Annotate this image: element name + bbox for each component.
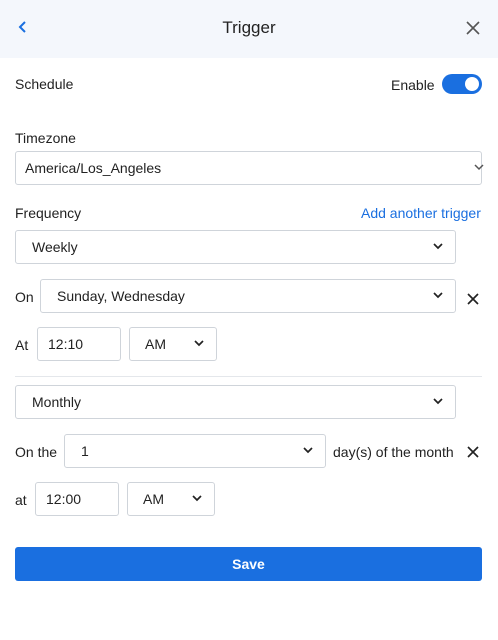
at-label: at (15, 492, 27, 508)
time-input[interactable]: 12:00 (35, 482, 119, 516)
chevron-down-icon (474, 164, 484, 171)
day-of-month-select[interactable]: 1 (64, 434, 326, 468)
chevron-down-icon (303, 447, 313, 454)
save-button[interactable]: Save (15, 547, 482, 581)
enable-toggle[interactable] (442, 74, 482, 94)
remove-trigger-icon[interactable] (467, 293, 479, 305)
day-of-month-label: day(s) of the month (333, 444, 454, 460)
add-another-trigger-link[interactable]: Add another trigger (361, 205, 481, 221)
timezone-select[interactable]: America/Los_Angeles (15, 151, 484, 185)
chevron-down-icon (433, 292, 443, 299)
on-the-label: On the (15, 444, 58, 460)
timezone-label: Timezone (15, 130, 76, 146)
close-icon[interactable] (466, 21, 480, 35)
timezone-value: America/Los_Angeles (25, 160, 162, 176)
frequency-value: Monthly (32, 394, 82, 410)
chevron-down-icon (433, 243, 443, 250)
chevron-down-icon (433, 398, 443, 405)
trigger-divider (15, 376, 482, 377)
time-input[interactable]: 12:10 (37, 327, 121, 361)
remove-trigger-icon[interactable] (467, 446, 479, 458)
chevron-down-icon (194, 340, 204, 347)
frequency-value: Weekly (32, 239, 78, 255)
ampm-select[interactable]: AM (129, 327, 217, 361)
days-value: Sunday, Wednesday (57, 288, 185, 304)
ampm-select[interactable]: AM (127, 482, 215, 516)
ampm-value: AM (145, 336, 166, 352)
frequency-select-monthly[interactable]: Monthly (15, 385, 456, 419)
time-value: 12:00 (46, 491, 82, 507)
schedule-label: Schedule (15, 76, 74, 92)
enable-label: Enable (391, 77, 435, 93)
page-title: Trigger (222, 18, 276, 37)
time-value: 12:10 (48, 336, 84, 352)
header-bar: Trigger (0, 0, 498, 58)
frequency-label: Frequency (15, 205, 82, 221)
day-value: 1 (81, 443, 89, 459)
ampm-value: AM (143, 491, 164, 507)
on-label: On (15, 289, 34, 305)
chevron-down-icon (192, 495, 202, 502)
frequency-select-weekly[interactable]: Weekly (15, 230, 456, 264)
days-select[interactable]: Sunday, Wednesday (40, 279, 456, 313)
at-label: At (15, 337, 29, 353)
